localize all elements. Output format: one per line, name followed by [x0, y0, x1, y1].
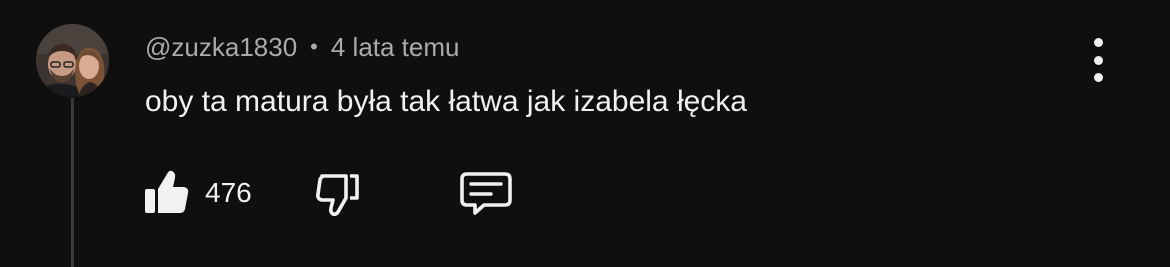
comment-reply-icon: [460, 172, 512, 215]
dislike-button[interactable]: [310, 165, 366, 221]
comment-menu-button[interactable]: [1078, 38, 1118, 82]
like-count: 476: [205, 177, 252, 208]
thread-line: [71, 98, 74, 267]
reply-button[interactable]: [455, 165, 515, 221]
thumbs-down-icon: [316, 174, 359, 217]
meta-separator: •: [310, 34, 318, 59]
avatar[interactable]: [36, 24, 109, 97]
vertical-dots-icon: [1093, 55, 1103, 65]
timestamp[interactable]: 4 lata temu: [331, 32, 460, 63]
thumbs-up-icon: [145, 170, 189, 213]
comment-meta: @zuzka1830 • 4 lata temu: [145, 30, 460, 64]
vertical-dots-icon: [1093, 38, 1103, 47]
avatar-photo: [36, 24, 109, 97]
author-name[interactable]: @zuzka1830: [145, 32, 297, 63]
comment-thread: @zuzka1830 • 4 lata temu oby ta matura b…: [0, 0, 1170, 267]
vertical-dots-icon: [1093, 73, 1103, 82]
comment-text: oby ta matura była tak łatwa jak izabela…: [145, 85, 747, 118]
like-button[interactable]: [140, 165, 192, 221]
